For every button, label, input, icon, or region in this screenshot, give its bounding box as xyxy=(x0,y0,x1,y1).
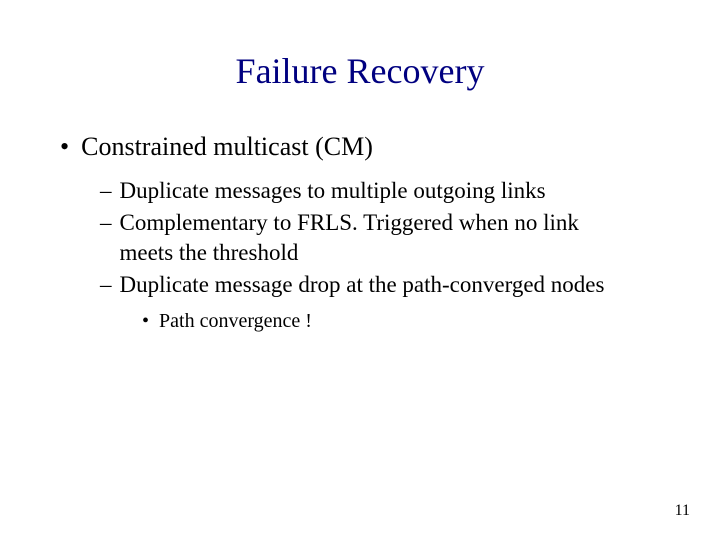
slide-title: Failure Recovery xyxy=(60,50,660,92)
dash-icon: – xyxy=(100,208,112,238)
dash-icon: – xyxy=(100,176,112,206)
bullet-level1: • Constrained multicast (CM) xyxy=(60,132,660,162)
bullet-level3: • Path convergence ! xyxy=(142,310,660,333)
level1-text: Constrained multicast (CM) xyxy=(81,132,373,162)
bullet-level2: – Complementary to FRLS. Triggered when … xyxy=(100,208,660,268)
bullet-level2: – Duplicate messages to multiple outgoin… xyxy=(100,176,660,206)
bullet-icon: • xyxy=(60,132,69,162)
level2-text: Duplicate messages to multiple outgoing … xyxy=(120,176,546,206)
level2-text: Duplicate message drop at the path-conve… xyxy=(120,270,605,300)
bullet-level2: – Duplicate message drop at the path-con… xyxy=(100,270,660,300)
level2-text: Complementary to FRLS. Triggered when no… xyxy=(120,208,621,268)
level3-text: Path convergence ! xyxy=(159,310,312,333)
dash-icon: – xyxy=(100,270,112,300)
bullet-icon: • xyxy=(142,310,149,333)
page-number: 11 xyxy=(675,502,690,520)
